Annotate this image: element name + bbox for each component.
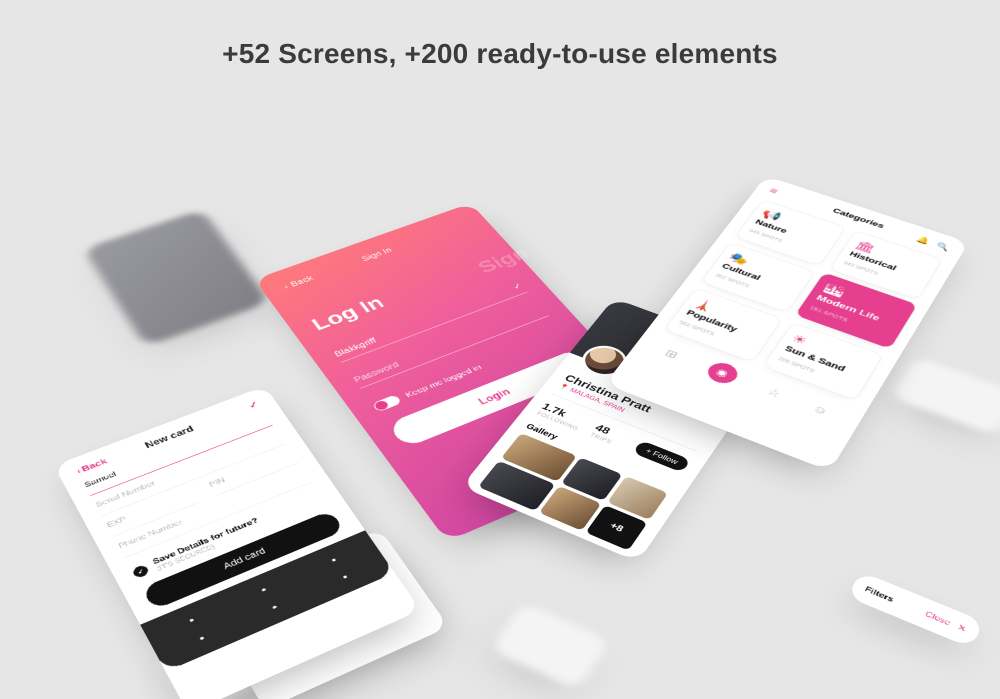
check-icon: ✓ [511, 281, 525, 291]
tab-grid-icon[interactable]: ⊞ [663, 347, 682, 361]
back-label: Back [289, 274, 315, 288]
signup-tab-ghost[interactable]: Sign [473, 244, 534, 277]
tab-location-icon[interactable]: ◉ [703, 359, 742, 386]
filters-header: Filters Close [847, 571, 984, 648]
trips-stat[interactable]: 48 TRIPS [589, 421, 621, 445]
decorative-photo-card [83, 209, 270, 346]
mockup-stage: kings Sevilla 21.07 - 11.00 AM ‹ Back Ne… [0, 0, 1000, 667]
menu-icon[interactable]: ≡ [767, 186, 780, 196]
username-value: Blakkgriff [333, 336, 379, 358]
close-button[interactable]: Close [924, 610, 952, 628]
check-circle-icon: ✓ [131, 564, 150, 579]
back-button[interactable]: ‹ Back [282, 274, 315, 290]
tab-profile-icon[interactable]: ☺ [810, 402, 831, 418]
bell-icon[interactable]: 🔔 [915, 235, 932, 246]
filters-title: Filters [863, 585, 895, 604]
tab-bookmark-icon[interactable]: ☆ [764, 385, 783, 400]
chevron-left-icon: ‹ [282, 283, 290, 291]
remember-toggle[interactable] [372, 394, 402, 412]
search-icon[interactable]: 🔍 [935, 241, 952, 252]
decorative-card [890, 356, 1000, 436]
decorative-card [489, 602, 610, 690]
screen-title: Sign In [360, 246, 394, 262]
